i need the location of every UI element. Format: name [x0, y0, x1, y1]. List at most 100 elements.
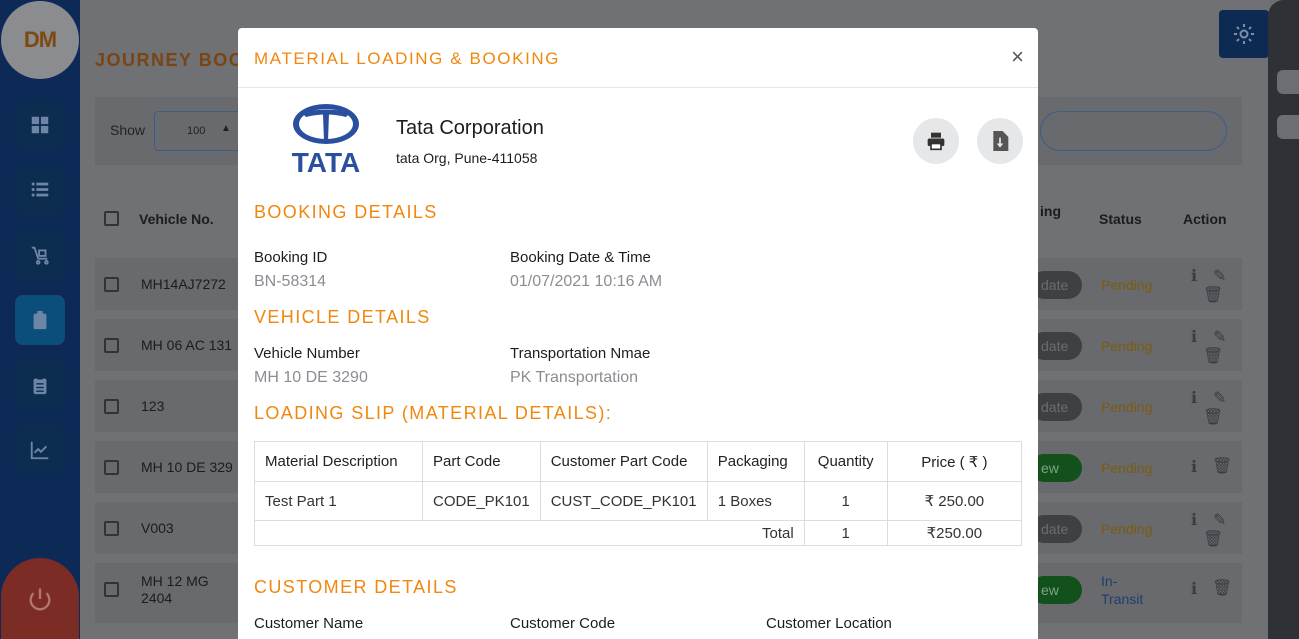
clipboard-list-icon	[33, 375, 47, 395]
download-button[interactable]	[977, 118, 1023, 164]
total-label: Total	[254, 520, 805, 546]
row-checkbox[interactable]	[104, 277, 119, 292]
page-title: JOURNEY BOOK	[95, 50, 259, 70]
col-material-description: Material Description	[254, 441, 423, 482]
search-input[interactable]	[1040, 111, 1227, 151]
vehicle-number: 123	[141, 398, 165, 414]
modal-title: MATERIAL LOADING & BOOKING	[254, 49, 561, 68]
customer-code-label: Customer Code	[510, 615, 616, 632]
trash-icon[interactable]: 🗑	[1212, 456, 1232, 476]
booking-modal: MATERIAL LOADING & BOOKING × TATA Tata C…	[238, 28, 1038, 639]
column-ing[interactable]: ing	[1040, 203, 1061, 219]
row-checkbox[interactable]	[104, 399, 119, 414]
sidebar-item-reports[interactable]	[15, 360, 65, 410]
total-price: ₹250.00	[886, 520, 1023, 546]
info-icon[interactable]: ℹ	[1191, 579, 1197, 599]
user-icon[interactable]	[1277, 70, 1299, 94]
file-download-icon	[993, 131, 1009, 151]
right-panel	[1268, 0, 1299, 639]
info-icon[interactable]: ℹ	[1191, 327, 1197, 347]
column-status[interactable]: Status	[1099, 211, 1142, 227]
logout-button[interactable]	[1, 558, 79, 639]
list-icon	[31, 182, 49, 197]
price: ₹ 250.00	[886, 481, 1023, 521]
status-text: Pending	[1101, 399, 1153, 415]
col-price: Price ( ₹ )	[886, 441, 1023, 482]
loading-slip-title: LOADING SLIP (MATERIAL DETAILS):	[254, 403, 613, 423]
vehicle-number: MH 06 AC 131	[141, 337, 233, 353]
column-action: Action	[1183, 211, 1227, 227]
part-code: CODE_PK101	[422, 481, 541, 521]
vehicle-number: MH 10 DE 329	[141, 459, 233, 475]
trash-icon[interactable]: 🗑	[1203, 407, 1223, 427]
booking-date-value: 01/07/2021 10:16 AM	[510, 273, 663, 290]
status-text: In- Transit	[1101, 573, 1144, 607]
trash-icon[interactable]: 🗑	[1203, 285, 1223, 305]
booking-id-value: BN-58314	[254, 273, 327, 290]
company-name: Tata Corporation	[396, 117, 544, 139]
sidebar-item-booking[interactable]	[15, 295, 65, 345]
show-entries-select[interactable]: 100 ▲	[154, 111, 244, 151]
vehicle-number: MH 12 MG 2404	[141, 573, 209, 606]
close-button[interactable]: ×	[1011, 44, 1024, 70]
row-checkbox[interactable]	[104, 521, 119, 536]
info-icon[interactable]: ℹ	[1191, 266, 1197, 286]
customer-location-label: Customer Location	[766, 615, 892, 632]
tata-logo: TATA	[292, 104, 360, 174]
customer-name-label: Customer Name	[254, 615, 364, 632]
vehicle-details-title: VEHICLE DETAILS	[254, 307, 431, 327]
trash-icon[interactable]: 🗑	[1203, 346, 1223, 366]
col-quantity: Quantity	[803, 441, 888, 482]
booking-id-label: Booking ID	[254, 249, 328, 266]
sidebar-item-dashboard[interactable]	[15, 100, 65, 150]
status-text: Pending	[1101, 338, 1153, 354]
status-text: Pending	[1101, 277, 1153, 293]
row-checkbox[interactable]	[104, 460, 119, 475]
chart-line-icon	[30, 441, 49, 460]
edit-icon[interactable]: ✎	[1213, 327, 1226, 347]
table-header-row: Material Description Part Code Customer …	[254, 441, 1023, 482]
select-all-checkbox[interactable]	[104, 211, 119, 226]
select-arrow-icon: ▲	[221, 123, 231, 134]
info-icon[interactable]: ℹ	[1191, 388, 1197, 408]
settings-button[interactable]	[1219, 10, 1269, 58]
info-icon[interactable]: ℹ	[1191, 457, 1197, 477]
info-icon[interactable]: ℹ	[1191, 510, 1197, 530]
trash-icon[interactable]: 🗑	[1203, 529, 1223, 549]
edit-icon[interactable]: ✎	[1213, 388, 1226, 408]
booking-details-title: BOOKING DETAILS	[254, 202, 438, 222]
logo-word: TATA	[292, 147, 360, 174]
sidebar-item-analytics[interactable]	[15, 425, 65, 475]
row-checkbox[interactable]	[104, 338, 119, 353]
print-button[interactable]	[913, 118, 959, 164]
edit-icon[interactable]: ✎	[1213, 510, 1226, 530]
vehicle-number-label: Vehicle Number	[254, 345, 360, 362]
bell-icon[interactable]	[1277, 115, 1299, 139]
material-description: Test Part 1	[254, 481, 423, 521]
dashboard-icon	[31, 116, 49, 134]
app-logo[interactable]: DM	[1, 1, 79, 79]
total-quantity: 1	[803, 520, 888, 546]
gear-icon	[1234, 24, 1254, 44]
sidebar-item-loading[interactable]	[15, 230, 65, 280]
edit-icon[interactable]: ✎	[1213, 266, 1226, 286]
print-icon	[927, 132, 945, 151]
column-vehicle-no[interactable]: Vehicle No.	[139, 211, 214, 227]
vehicle-number-value: MH 10 DE 3290	[254, 369, 368, 386]
quantity: 1	[803, 481, 888, 521]
vehicle-number: V003	[141, 520, 174, 536]
col-part-code: Part Code	[422, 441, 541, 482]
sidebar: DM	[0, 0, 80, 639]
packaging: 1 Boxes	[706, 481, 805, 521]
status-text: Pending	[1101, 521, 1153, 537]
total-row: Total 1 ₹250.00	[254, 520, 1023, 546]
trolley-icon	[31, 246, 49, 265]
col-packaging: Packaging	[706, 441, 805, 482]
trash-icon[interactable]: 🗑	[1212, 578, 1232, 598]
material-table: Material Description Part Code Customer …	[254, 441, 1023, 546]
row-checkbox[interactable]	[104, 582, 119, 597]
logo-text: DM	[23, 27, 57, 52]
company-address: tata Org, Pune-411058	[396, 150, 538, 166]
show-entries-value: 100	[187, 125, 206, 137]
sidebar-item-list[interactable]	[15, 165, 65, 215]
